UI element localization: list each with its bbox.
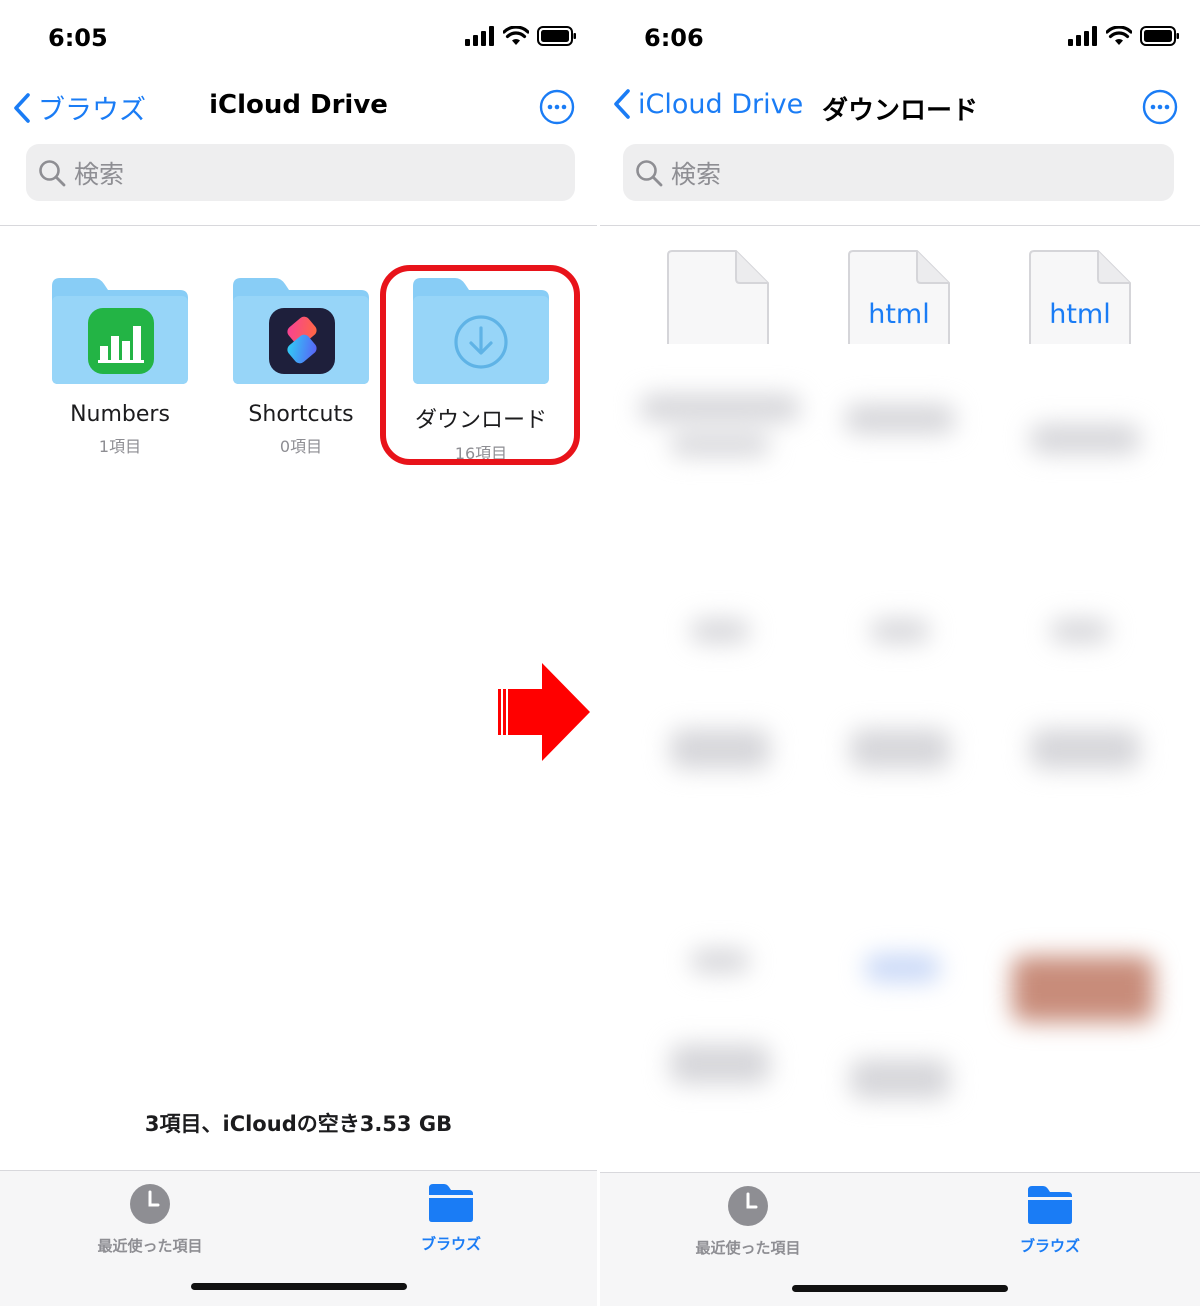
battery-icon — [1140, 26, 1179, 46]
tab-browse[interactable]: ブラウズ — [371, 1183, 531, 1254]
back-button[interactable]: iCloud Drive — [612, 88, 803, 120]
cellular-signal-icon — [465, 26, 494, 46]
shortcuts-app-icon — [269, 308, 335, 374]
tab-recents[interactable]: 最近使った項目 — [70, 1183, 230, 1256]
screen-downloads: 6:06 iCloud Drive ダウンロード 検索 html html 最近… — [600, 0, 1200, 1306]
folder-icon — [429, 1184, 473, 1222]
transition-arrow-icon — [498, 663, 590, 761]
file-type-label: html — [1049, 299, 1111, 330]
folder-count: 0項目 — [279, 437, 323, 456]
storage-info: 3項目、iCloudの空き3.53 GB — [144, 1112, 453, 1136]
wifi-icon — [1106, 26, 1132, 45]
back-label: iCloud Drive — [638, 88, 804, 120]
search-placeholder: 検索 — [74, 159, 125, 189]
file-type-label: html — [868, 299, 930, 330]
search-input[interactable]: 検索 — [26, 144, 575, 201]
folder-icon — [1028, 1186, 1072, 1224]
folder-count: 1項目 — [98, 437, 142, 456]
tab-recents[interactable]: 最近使った項目 — [668, 1185, 828, 1258]
tab-bar: 最近使った項目 ブラウズ — [600, 1172, 1200, 1306]
battery-icon — [537, 26, 576, 46]
highlight-box — [380, 265, 580, 465]
search-placeholder: 検索 — [671, 159, 722, 189]
folder-name: Shortcuts — [248, 402, 354, 427]
clock-icon — [728, 1186, 768, 1226]
tab-label: ブラウズ — [420, 1235, 481, 1253]
cellular-signal-icon — [1068, 26, 1097, 46]
home-indicator — [792, 1285, 1008, 1292]
blurred-file-grid — [600, 344, 1200, 1166]
file-item[interactable]: html — [1028, 249, 1132, 344]
page-title: iCloud Drive — [209, 90, 388, 120]
numbers-app-icon — [88, 308, 154, 374]
chevron-left-icon — [614, 89, 630, 119]
more-options-icon[interactable] — [539, 89, 575, 125]
folder-icon — [52, 278, 188, 386]
file-item[interactable] — [666, 249, 770, 344]
search-icon — [39, 159, 66, 186]
status-time: 6:06 — [644, 24, 704, 52]
search-icon — [636, 159, 663, 186]
document-icon — [667, 250, 769, 344]
folder-numbers[interactable]: Numbers 1項目 — [50, 278, 190, 457]
tab-label: ブラウズ — [1019, 1237, 1080, 1255]
tab-label: 最近使った項目 — [695, 1239, 801, 1257]
status-icons — [1068, 26, 1180, 46]
folder-name: Numbers — [70, 402, 170, 427]
tab-bar: 最近使った項目 ブラウズ — [0, 1170, 597, 1306]
more-options-icon[interactable] — [1142, 89, 1178, 125]
folder-shortcuts[interactable]: Shortcuts 0項目 — [231, 278, 371, 457]
wifi-icon — [503, 26, 529, 45]
folder-icon — [233, 278, 369, 386]
home-indicator — [190, 1283, 407, 1290]
divider — [600, 225, 1200, 226]
status-icons — [465, 26, 577, 46]
divider — [0, 225, 597, 226]
screen-icloud-drive: 6:05 ブラウズ iCloud Drive 検索 Numbers 1項目 Sh… — [0, 0, 597, 1306]
tab-label: 最近使った項目 — [97, 1237, 203, 1255]
file-item[interactable]: html — [847, 249, 951, 344]
tab-browse[interactable]: ブラウズ — [970, 1185, 1130, 1256]
status-time: 6:05 — [48, 24, 108, 52]
page-title: ダウンロード — [822, 96, 979, 126]
clock-icon — [130, 1184, 170, 1224]
search-input[interactable]: 検索 — [623, 144, 1174, 201]
